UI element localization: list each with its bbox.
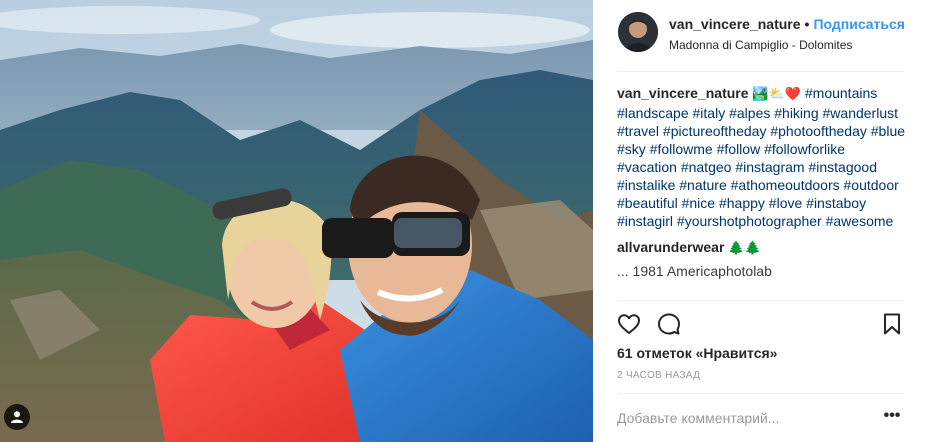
comment: allvarunderwear 🌲🌲: [617, 238, 907, 258]
save-button[interactable]: [880, 312, 904, 336]
hashtag-link[interactable]: #travel: [617, 123, 659, 139]
post-photo[interactable]: [0, 0, 593, 442]
post-timestamp[interactable]: 2 часов назад: [617, 370, 700, 381]
comments-section[interactable]: van_vincere_nature 🏞️⛅❤️ #mountains #lan…: [617, 84, 907, 300]
caption-emoji: 🏞️⛅❤️: [752, 87, 801, 102]
hashtag-link[interactable]: #instalike: [617, 177, 675, 193]
likes-count[interactable]: 61 отметок «Нравится»: [617, 345, 777, 361]
partial-comment: ... 1981 Americaphotolab: [617, 263, 772, 279]
hashtag-link[interactable]: #blue: [871, 123, 905, 139]
comment-icon: [658, 313, 680, 335]
avatar[interactable]: [618, 12, 658, 52]
caption-username[interactable]: van_vincere_nature: [617, 85, 749, 101]
hashtag-link[interactable]: #natgeo: [681, 159, 732, 175]
hashtag-link[interactable]: #pictureoftheday: [663, 123, 767, 139]
hashtag-link[interactable]: #photooftheday: [770, 123, 867, 139]
hashtag-link[interactable]: #instagood: [808, 159, 877, 175]
header-separator: •: [804, 16, 810, 32]
hashtag-link[interactable]: #vacation: [617, 159, 677, 175]
add-comment-box: •••: [617, 393, 904, 441]
like-button[interactable]: [617, 312, 641, 336]
hashtag-link[interactable]: #nice: [682, 195, 715, 211]
hashtag-link[interactable]: #yourshotphotographer: [677, 213, 822, 229]
hashtag-link[interactable]: #wanderlust: [823, 105, 899, 121]
hashtag-link[interactable]: #love: [769, 195, 802, 211]
comment-username[interactable]: allvarunderwear: [617, 239, 724, 255]
hashtag-link[interactable]: #outdoor: [844, 177, 899, 193]
header-username[interactable]: van_vincere_nature: [669, 16, 801, 32]
hashtag-link[interactable]: #happy: [719, 195, 765, 211]
hashtag-link[interactable]: #nature: [679, 177, 726, 193]
avatar-image: [618, 12, 658, 52]
person-icon: [11, 411, 23, 423]
hashtag-link[interactable]: #italy: [693, 105, 726, 121]
hashtag-link[interactable]: #alpes: [729, 105, 770, 121]
comment-text: 🌲🌲: [728, 241, 761, 256]
hashtag-link[interactable]: #hiking: [774, 105, 818, 121]
action-bar: [617, 300, 904, 344]
follow-button[interactable]: Подписаться: [813, 16, 905, 32]
post-details-panel: van_vincere_nature • Подписаться Madonna d…: [593, 0, 928, 442]
hashtag-link[interactable]: #beautiful: [617, 195, 678, 211]
post-header: van_vincere_nature • Подписаться Madonna d…: [617, 10, 905, 72]
hashtag-list: #mountains #landscape #italy #alpes #hik…: [617, 85, 905, 229]
more-options-button[interactable]: •••: [880, 406, 904, 430]
comment-button[interactable]: [657, 312, 681, 336]
caption: van_vincere_nature 🏞️⛅❤️ #mountains #lan…: [617, 84, 907, 230]
hashtag-link[interactable]: #instagirl: [617, 213, 673, 229]
hashtag-link[interactable]: #followme: [650, 141, 713, 157]
hashtag-link[interactable]: #athomeoutdoors: [731, 177, 840, 193]
hashtag-link[interactable]: #follow: [717, 141, 761, 157]
header-line: van_vincere_nature • Подписаться: [669, 16, 905, 32]
hashtag-link[interactable]: #sky: [617, 141, 646, 157]
heart-icon: [618, 314, 640, 334]
photo-scene: [0, 0, 593, 442]
bookmark-icon: [884, 313, 900, 335]
location-link[interactable]: Madonna di Campiglio - Dolomites: [669, 38, 852, 52]
hashtag-link[interactable]: #instagram: [735, 159, 804, 175]
comment-input[interactable]: [617, 406, 857, 430]
hashtag-link[interactable]: #landscape: [617, 105, 689, 121]
hashtag-link[interactable]: #instaboy: [806, 195, 866, 211]
hashtag-link[interactable]: #followforlike: [764, 141, 845, 157]
user-tag-button[interactable]: [4, 404, 30, 430]
hashtag-link[interactable]: #awesome: [826, 213, 894, 229]
hashtag-link[interactable]: #mountains: [805, 85, 877, 101]
